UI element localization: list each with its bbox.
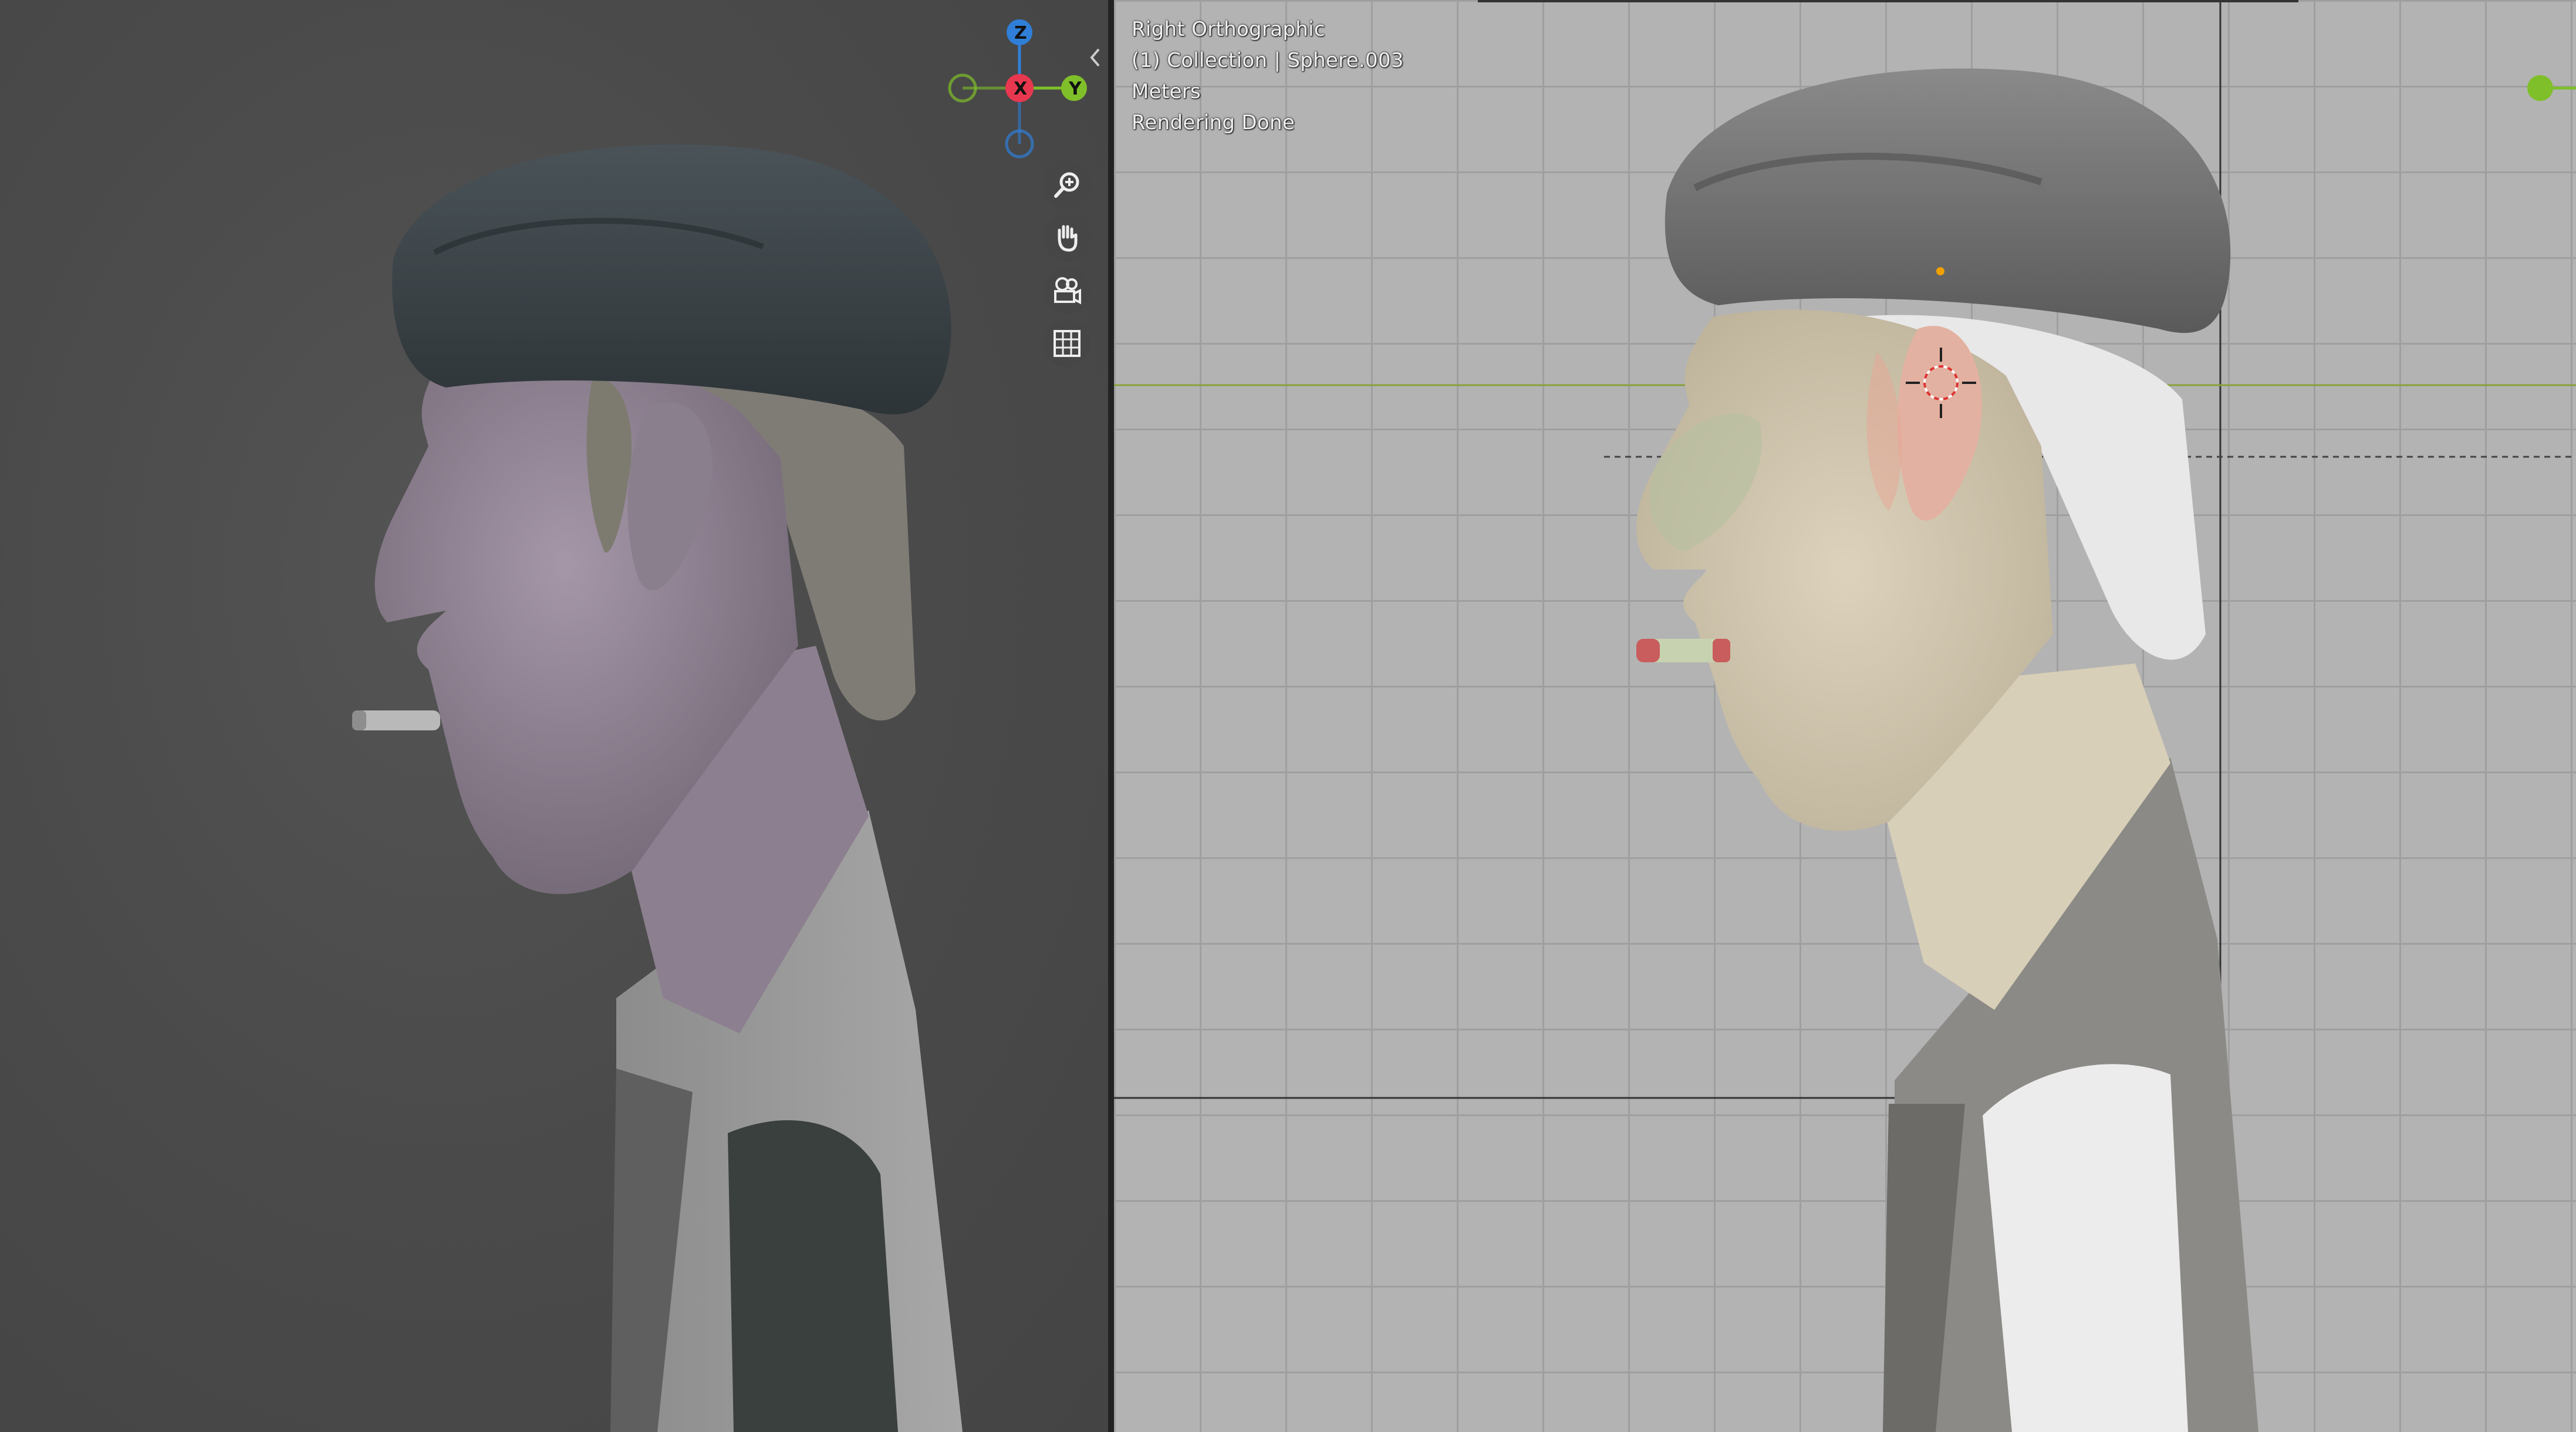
render-viewport[interactable] [1114, 0, 2576, 1432]
sculpt-model-gray [352, 144, 963, 1432]
svg-text:Z: Z [1014, 23, 1027, 43]
rendered-model-color [1114, 0, 2576, 1432]
svg-text:Y: Y [1068, 79, 1082, 99]
gizmo-y-axis-partial [2527, 75, 2553, 101]
grid-icon [1054, 330, 1081, 357]
camera-view-button[interactable] [1044, 267, 1091, 314]
camera-icon [1054, 277, 1081, 305]
render-status: Rendering Done [1132, 111, 1295, 134]
chevron-left-icon[interactable] [1087, 46, 1103, 69]
ortho-grid-button[interactable] [1044, 320, 1091, 367]
sculpt-viewport[interactable]: Z Y X [0, 0, 1108, 1432]
view-name: Right Orthographic [1132, 18, 1325, 41]
svg-text:X: X [1014, 79, 1027, 99]
units-label: Meters [1132, 80, 1201, 103]
zoom-icon [1054, 172, 1079, 198]
axis-gizmo[interactable]: Z Y X [939, 12, 1103, 164]
zoom-button[interactable] [1044, 161, 1091, 208]
viewport-divider[interactable] [1108, 0, 1114, 1432]
collection-label: (1) Collection | Sphere.003 [1132, 49, 1404, 72]
hand-pan-icon [1058, 225, 1078, 252]
pan-button[interactable] [1044, 214, 1091, 261]
